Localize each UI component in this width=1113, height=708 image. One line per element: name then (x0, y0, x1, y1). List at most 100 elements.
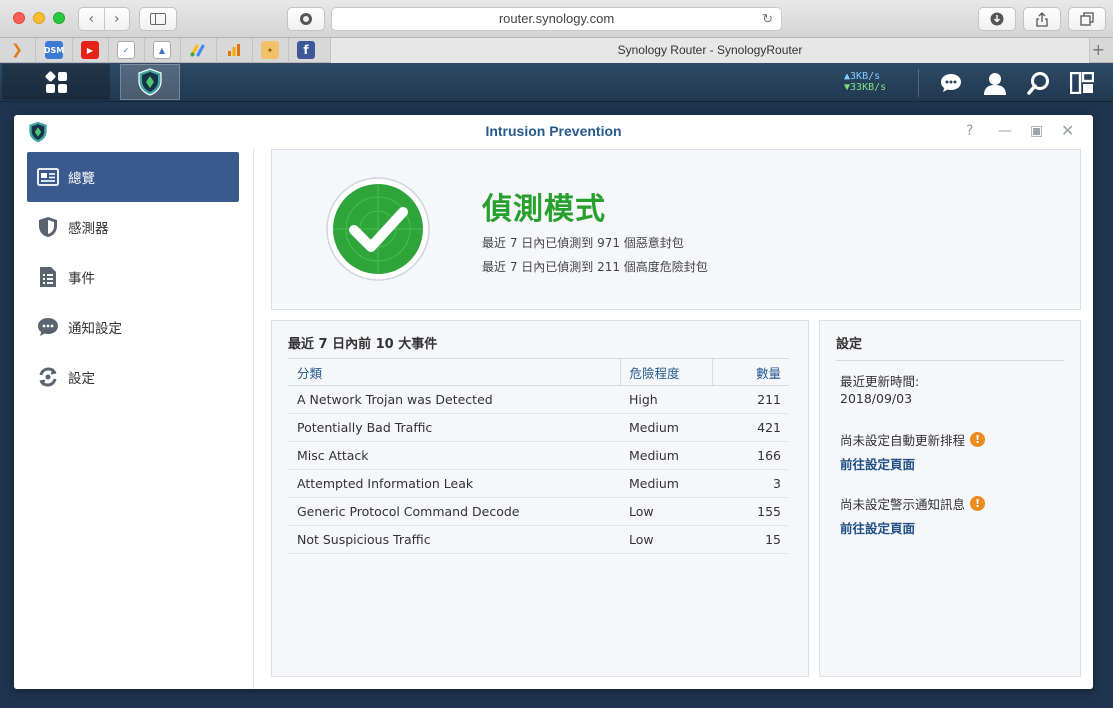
extension-favicon[interactable]: ✦ (261, 41, 279, 59)
last-update-label: 最近更新時間: (840, 374, 920, 389)
window-title: Intrusion Prevention (485, 123, 622, 139)
main-menu-button[interactable] (2, 64, 110, 100)
column-header-category[interactable]: 分類 (288, 358, 621, 386)
user-icon (984, 73, 1006, 95)
alert-warning: 尚未設定警示通知訊息 ! (840, 494, 986, 513)
youtube-favicon[interactable]: ▶ (81, 41, 99, 59)
facebook-favicon[interactable]: f (297, 41, 315, 59)
table-row[interactable]: Misc Attack Medium 166 (288, 441, 789, 470)
user-button[interactable] (982, 70, 1008, 96)
table-row[interactable]: Not Suspicious Traffic Low 15 (288, 525, 789, 554)
forward-icon[interactable]: › (105, 8, 130, 30)
download-icon (990, 12, 1004, 26)
widgets-button[interactable] (1069, 70, 1095, 96)
sidebar-item-settings[interactable]: 設定 (27, 352, 239, 402)
event-severity: Low (620, 525, 712, 554)
event-count: 3 (712, 469, 789, 498)
taskbar-app-intrusion-prevention[interactable] (120, 64, 180, 100)
goto-settings-link-schedule[interactable]: 前往設定頁面 (840, 454, 915, 473)
close-window-button[interactable] (13, 12, 25, 24)
status-panel: 偵測模式 最近 7 日內已偵測到 971 個惡意封包 最近 7 日內已偵測到 2… (271, 149, 1081, 310)
event-category: Misc Attack (288, 441, 620, 470)
chevron-right-icon[interactable]: ❯ (8, 41, 26, 59)
sidebar-item-label: 事件 (68, 271, 95, 287)
event-category: Generic Protocol Command Decode (288, 497, 620, 526)
event-category: Potentially Bad Traffic (288, 413, 620, 442)
drive-favicon[interactable]: ▲ (153, 41, 171, 59)
table-row[interactable]: Generic Protocol Command Decode Low 155 (288, 497, 789, 526)
downloads-button[interactable] (978, 7, 1016, 31)
zoom-window-button[interactable] (53, 12, 65, 24)
list-document-icon (37, 266, 59, 288)
settings-panel: 設定 最近更新時間: 2018/09/03 尚未設定自動更新排程 ! 前往設定頁… (819, 320, 1081, 677)
calendar-favicon[interactable]: ✓ (117, 41, 135, 59)
minimize-window-button[interactable] (33, 12, 45, 24)
dsm-favicon[interactable]: DSM (44, 41, 64, 59)
dsm-taskbar: ▲3KB/s ▼33KB/s (0, 63, 1113, 102)
tabs-icon (1080, 12, 1094, 26)
sidebar-item-sensors[interactable]: 感測器 (27, 202, 239, 252)
event-severity: Medium (620, 441, 712, 470)
event-severity: Low (620, 497, 712, 526)
event-severity: Medium (620, 469, 712, 498)
high-risk-packets-summary: 最近 7 日內已偵測到 211 個高度危險封包 (482, 260, 708, 274)
warning-icon: ! (970, 496, 986, 511)
search-icon (1027, 72, 1049, 95)
sidebar: 總覽 感測器 事件 通知設定 設定 (14, 148, 254, 689)
sidebar-toggle-button[interactable] (139, 7, 177, 31)
event-category: A Network Trojan was Detected (288, 385, 620, 414)
column-header-severity[interactable]: 危險程度 (620, 358, 713, 386)
sidebar-item-label: 總覽 (68, 171, 95, 187)
sidebar-item-label: 設定 (68, 371, 95, 387)
event-count: 211 (712, 385, 789, 414)
notifications-chat-button[interactable] (938, 70, 964, 96)
url-text: router.synology.com (498, 11, 615, 26)
table-row[interactable]: A Network Trojan was Detected High 211 (288, 385, 789, 414)
table-row[interactable]: Attempted Information Leak Medium 3 (288, 469, 789, 498)
sidebar-item-overview[interactable]: 總覽 (27, 152, 239, 202)
maximize-icon[interactable]: ▣ (1030, 123, 1043, 139)
new-tab-icon[interactable]: + (1092, 38, 1105, 62)
active-tab[interactable]: Synology Router - SynologyRouter (330, 38, 1090, 63)
success-check-icon (325, 176, 431, 286)
camera-button[interactable] (287, 7, 325, 31)
event-count: 15 (712, 525, 789, 554)
tabs-overview-button[interactable] (1068, 7, 1106, 31)
sidebar-item-notifications[interactable]: 通知設定 (27, 302, 239, 352)
help-icon[interactable]: ? (966, 123, 973, 139)
table-row[interactable]: Potentially Bad Traffic Medium 421 (288, 413, 789, 442)
download-speed: 33KB/s (850, 82, 887, 93)
address-bar[interactable]: router.synology.com ↻ (331, 7, 782, 31)
reload-icon[interactable]: ↻ (762, 8, 773, 30)
nav-button-group: ‹ › (78, 7, 130, 31)
tab-bar: ❯ DSM ▶ ✓ ▲ ✦ f Synology Router - Synolo… (0, 38, 1113, 63)
analytics-favicon[interactable] (225, 41, 243, 59)
warning-icon: ! (970, 432, 986, 447)
event-severity: Medium (620, 413, 712, 442)
main-content: 偵測模式 最近 7 日內已偵測到 971 個惡意封包 最近 7 日內已偵測到 2… (255, 148, 1093, 689)
event-count: 155 (712, 497, 789, 526)
share-button[interactable] (1023, 7, 1061, 31)
upload-speed: 3KB/s (850, 71, 881, 82)
search-button[interactable] (1026, 70, 1052, 96)
column-header-count[interactable]: 數量 (712, 358, 789, 386)
event-category: Not Suspicious Traffic (288, 525, 620, 554)
tab-title: Synology Router - SynologyRouter (617, 43, 803, 57)
overview-card-icon (37, 166, 59, 188)
intrusion-prevention-window: Intrusion Prevention ? — ▣ ✕ 總覽 感測器 事件 通… (14, 115, 1093, 689)
goto-settings-link-notifications[interactable]: 前往設定頁面 (840, 518, 915, 537)
intrusion-prevention-app-icon (138, 68, 162, 96)
last-update-value: 2018/09/03 (840, 391, 913, 406)
sidebar-item-label: 感測器 (68, 221, 109, 237)
sidebar-item-events[interactable]: 事件 (27, 252, 239, 302)
minimize-icon[interactable]: — (998, 123, 1012, 139)
ads-favicon[interactable] (189, 41, 207, 59)
event-severity: High (620, 385, 712, 414)
back-icon[interactable]: ‹ (79, 8, 105, 30)
close-icon[interactable]: ✕ (1061, 121, 1074, 140)
sidebar-item-label: 通知設定 (68, 321, 122, 337)
camera-icon (300, 13, 312, 25)
top-events-panel: 最近 7 日內前 10 大事件 分類 危險程度 數量 A Network Tro… (271, 320, 809, 677)
top-events-table: 分類 危險程度 數量 A Network Trojan was Detected… (288, 358, 789, 554)
top-events-title: 最近 7 日內前 10 大事件 (288, 337, 438, 352)
